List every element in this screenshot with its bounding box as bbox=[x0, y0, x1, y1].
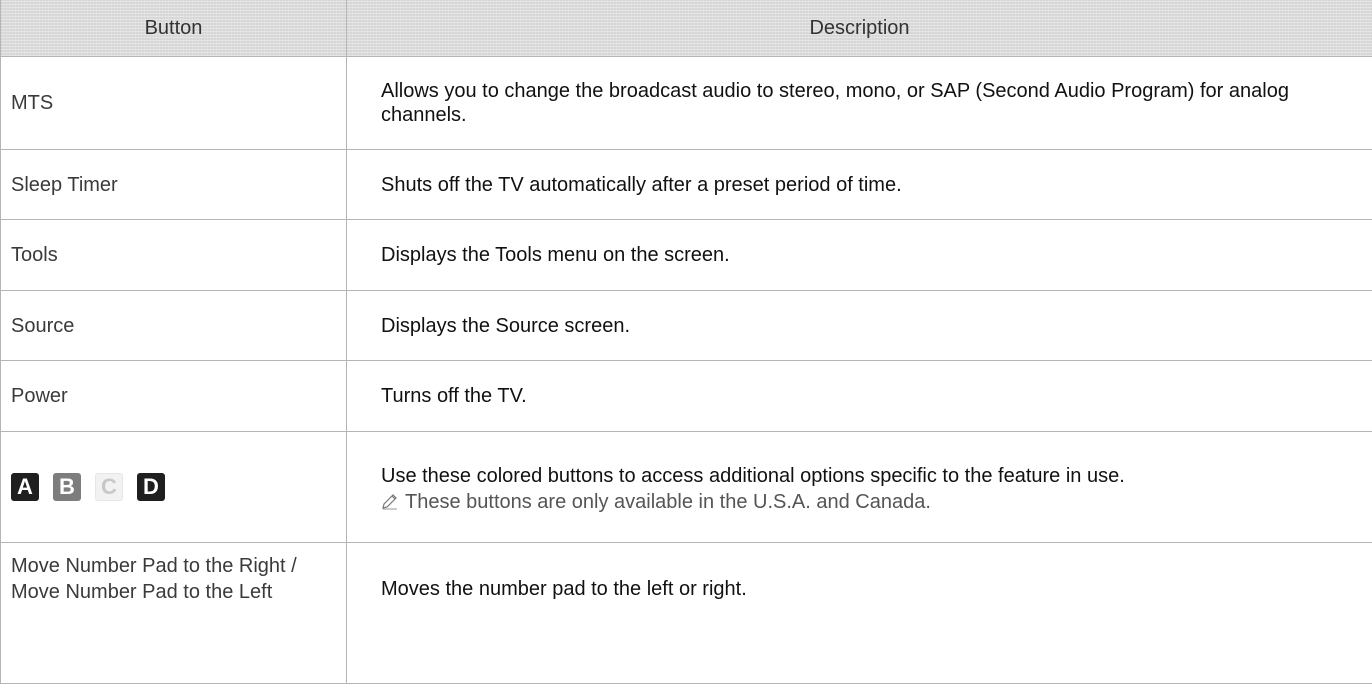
column-header-button: Button bbox=[1, 0, 347, 57]
table-row: Sleep Timer Shuts off the TV automatical… bbox=[1, 150, 1372, 220]
colored-keys-cell: ABCD bbox=[1, 432, 347, 543]
description-cell: Use these colored buttons to access addi… bbox=[347, 432, 1372, 543]
table-row: MTS Allows you to change the broadcast a… bbox=[1, 57, 1372, 150]
c-key-icon: C bbox=[95, 473, 123, 501]
description-text: Use these colored buttons to access addi… bbox=[381, 465, 1125, 487]
table-row: Source Displays the Source screen. bbox=[1, 291, 1372, 361]
description-cell: Allows you to change the broadcast audio… bbox=[347, 57, 1372, 150]
description-cell: Moves the number pad to the left or righ… bbox=[347, 543, 1372, 684]
d-key-icon: D bbox=[137, 473, 165, 501]
table-row: Tools Displays the Tools menu on the scr… bbox=[1, 220, 1372, 291]
pencil-note-icon bbox=[381, 492, 399, 510]
table-row: ABCD Use these colored buttons to access… bbox=[1, 432, 1372, 543]
button-name-cell: Tools bbox=[1, 220, 347, 291]
description-cell: Displays the Tools menu on the screen. bbox=[347, 220, 1372, 291]
a-key-icon: A bbox=[11, 473, 39, 501]
button-name-cell: Source bbox=[1, 291, 347, 361]
description-cell: Turns off the TV. bbox=[347, 361, 1372, 432]
note-text: These buttons are only available in the … bbox=[405, 491, 931, 513]
table-row: Move Number Pad to the Right / Move Numb… bbox=[1, 543, 1372, 684]
description-cell: Displays the Source screen. bbox=[347, 291, 1372, 361]
table-header-row: Button Description bbox=[1, 0, 1372, 57]
button-name-cell: Sleep Timer bbox=[1, 150, 347, 220]
note: These buttons are only available in the … bbox=[381, 490, 1342, 514]
b-key-icon: B bbox=[53, 473, 81, 501]
description-cell: Shuts off the TV automatically after a p… bbox=[347, 150, 1372, 220]
button-name-cell: MTS bbox=[1, 57, 347, 150]
button-name-cell: Power bbox=[1, 361, 347, 432]
button-name-cell: Move Number Pad to the Right / Move Numb… bbox=[1, 543, 347, 684]
column-header-description: Description bbox=[347, 0, 1372, 57]
button-description-table: Button Description MTS Allows you to cha… bbox=[0, 0, 1372, 684]
table-row: Power Turns off the TV. bbox=[1, 361, 1372, 432]
